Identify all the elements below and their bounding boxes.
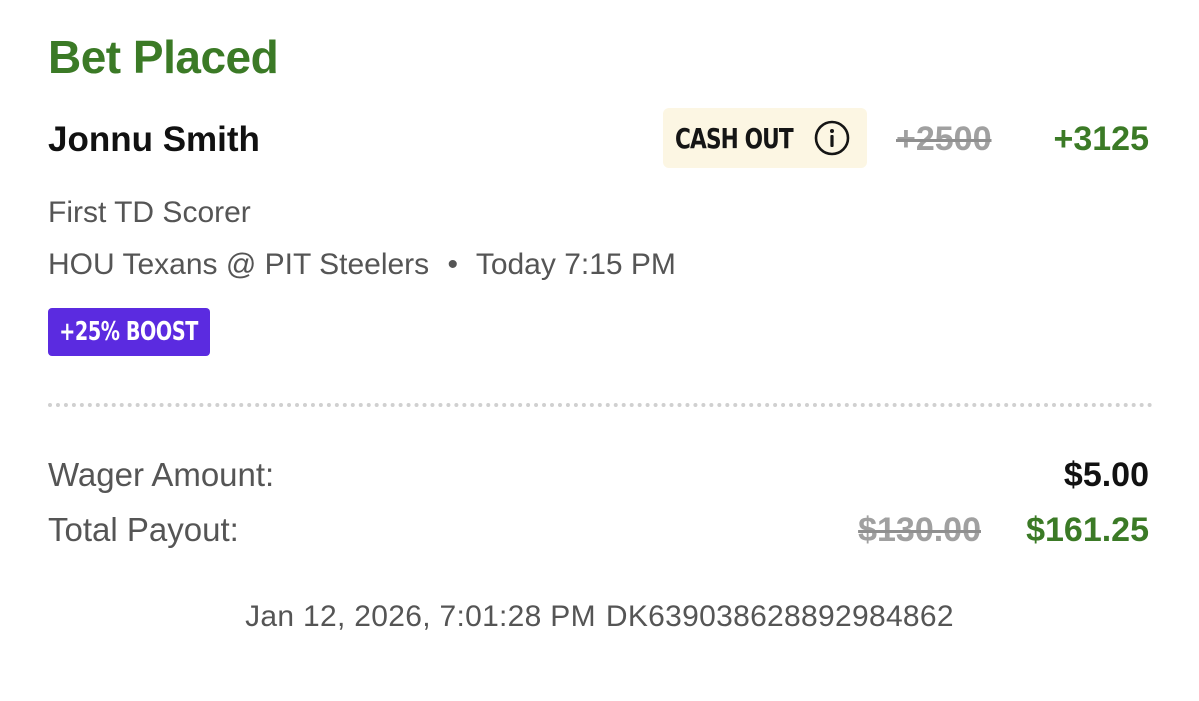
page-title: Bet Placed bbox=[48, 31, 279, 83]
event-time: Today 7:15 PM bbox=[475, 248, 676, 281]
bet-selection-row: Jonnu Smith CASH OUT +2500 +3125 bbox=[48, 108, 1149, 172]
market-name: First TD Scorer bbox=[48, 196, 251, 229]
boost-badge-label: +25% BOOST bbox=[59, 317, 199, 347]
payout-row: Total Payout: $130.00 $161.25 bbox=[48, 511, 1149, 555]
bet-id: DK639038628892984862 bbox=[605, 600, 954, 633]
bet-footer: Jan 12, 2026, 7:01:28 PM DK63903862889298… bbox=[0, 600, 1199, 634]
event-matchup: HOU Texans @ PIT Steelers bbox=[48, 248, 430, 281]
boosted-payout: $161.25 bbox=[1026, 511, 1149, 549]
wager-row: Wager Amount: $5.00 bbox=[48, 456, 1149, 500]
event-separator: • bbox=[447, 248, 459, 281]
event-info: HOU Texans @ PIT Steelers • Today 7:15 P… bbox=[48, 248, 676, 282]
payout-label: Total Payout: bbox=[48, 511, 239, 548]
boosted-odds: +3125 bbox=[1053, 120, 1150, 158]
cash-out-label: CASH OUT bbox=[675, 121, 794, 155]
player-name: Jonnu Smith bbox=[48, 120, 260, 159]
original-odds: +2500 bbox=[896, 120, 992, 158]
dotted-divider bbox=[48, 403, 1153, 407]
info-icon[interactable] bbox=[813, 119, 851, 157]
original-payout: $130.00 bbox=[858, 511, 981, 549]
cash-out-button[interactable]: CASH OUT bbox=[663, 108, 867, 168]
bet-timestamp: Jan 12, 2026, 7:01:28 PM bbox=[245, 600, 596, 633]
boost-badge: +25% BOOST bbox=[48, 308, 210, 356]
wager-label: Wager Amount: bbox=[48, 456, 275, 493]
wager-value: $5.00 bbox=[1063, 456, 1149, 494]
